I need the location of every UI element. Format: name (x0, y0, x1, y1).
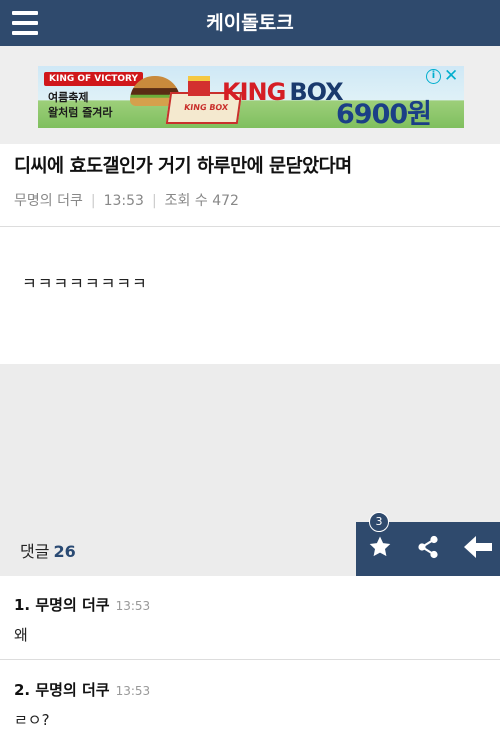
comment-header: 2. 무명의 더쿠 13:53 (14, 679, 150, 700)
comment-item: 1. 무명의 더쿠 13:53 왜 (0, 576, 500, 660)
top-app-bar: 케이돌토크 (0, 0, 500, 46)
comment-author[interactable]: 1. 무명의 더쿠 (14, 596, 110, 614)
hamburger-menu-icon[interactable] (12, 11, 38, 35)
ad-price: 6900원 (336, 99, 432, 128)
back-arrow-icon[interactable] (464, 536, 492, 558)
post-views: 조회 수 472 (164, 193, 239, 209)
post-body: ㅋㅋㅋㅋㅋㅋㅋㅋ (22, 274, 148, 293)
comment-time: 13:53 (115, 599, 151, 613)
star-icon[interactable] (368, 535, 392, 559)
ad-badge: KING OF VICTORY (44, 72, 143, 86)
ad-banner[interactable]: KING OF VICTORY 여름축제 왈처럼 즐겨라 KING BOX KI… (38, 66, 464, 128)
content-gap (0, 364, 500, 522)
comment-time: 13:53 (115, 684, 151, 698)
site-title[interactable]: 케이돌토크 (0, 0, 500, 46)
share-icon[interactable] (416, 535, 440, 559)
post-meta: 무명의 더쿠 | 13:53 | 조회 수 472 (14, 193, 239, 209)
star-count-badge: 3 (369, 512, 389, 532)
comment-body: 왜 (14, 626, 28, 644)
post-time: 13:53 (103, 193, 144, 209)
post-title: 디씨에 효도갤인가 거기 하루만에 문닫았다며 (14, 156, 352, 177)
post-author[interactable]: 무명의 더쿠 (14, 193, 83, 209)
comment-header: 1. 무명의 더쿠 13:53 (14, 594, 150, 615)
fries-image (188, 76, 210, 96)
comment-count-label: 댓글 26 (20, 542, 76, 561)
comment-body: ㄹㅇ? (14, 711, 50, 729)
comment-item: 2. 무명의 더쿠 13:53 ㄹㅇ? (0, 661, 500, 737)
info-icon[interactable]: i (426, 69, 441, 84)
ad-tagline: 여름축제 왈처럼 즐겨라 (48, 91, 113, 119)
divider (0, 226, 500, 227)
ad-brand: KING BOX (222, 78, 344, 106)
comment-author[interactable]: 2. 무명의 더쿠 (14, 681, 110, 699)
comment-bar: 댓글 26 (0, 522, 500, 576)
close-icon[interactable]: ✕ (444, 66, 458, 86)
ad-container: KING OF VICTORY 여름축제 왈처럼 즐겨라 KING BOX KI… (0, 46, 500, 144)
